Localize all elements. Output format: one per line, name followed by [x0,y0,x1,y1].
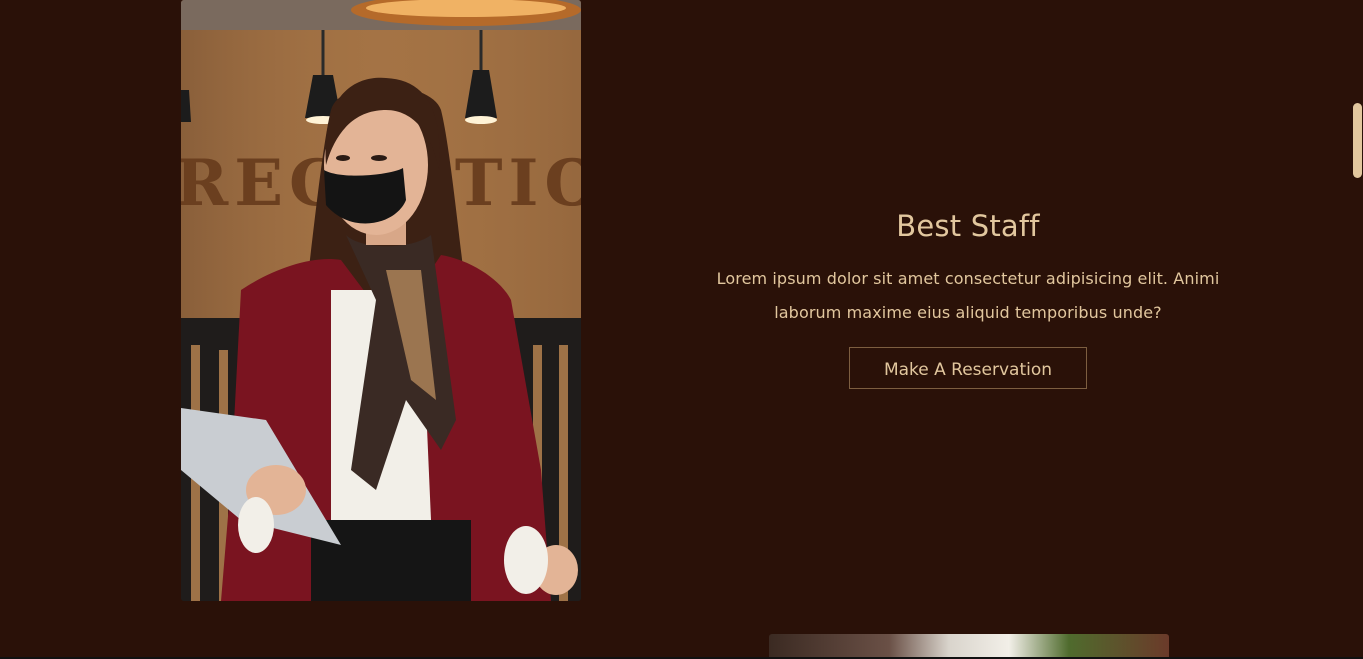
scrollbar-thumb[interactable] [1353,103,1362,178]
staff-photo: RECEPTION [181,0,581,601]
page: RECEPTION [0,0,1363,659]
next-section-photo [769,634,1169,659]
feature-content: Best Staff Lorem ipsum dolor sit amet co… [690,205,1246,389]
scrollbar-track[interactable] [1349,0,1363,659]
make-reservation-button[interactable]: Make A Reservation [849,347,1087,389]
feature-description: Lorem ipsum dolor sit amet consectetur a… [716,269,1220,322]
feature-title: Best Staff [896,209,1040,243]
